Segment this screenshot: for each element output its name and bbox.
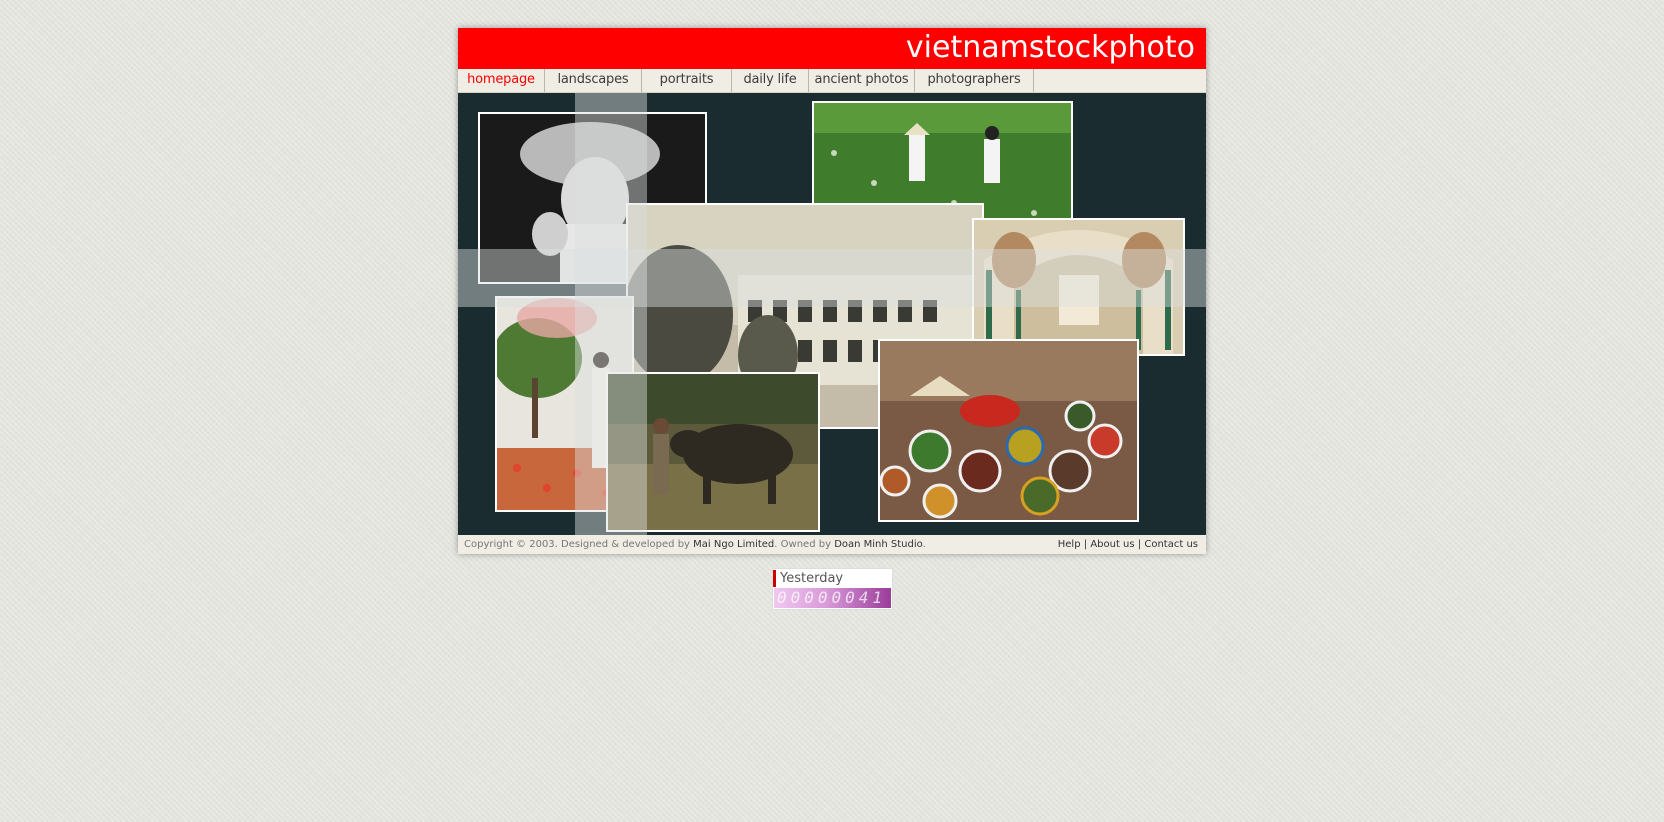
site-footer: Copyright © 2003. Designed & developed b… (458, 535, 1206, 554)
footer-links: Help | About us | Contact us (1058, 535, 1198, 554)
site-title: vietnamstockphoto (905, 30, 1195, 65)
contact-us-link[interactable]: Contact us (1144, 539, 1198, 550)
site-container: vietnamstockphoto homepage landscapes po… (458, 28, 1206, 554)
translucent-vertical-band (575, 93, 647, 535)
nav-item-daily-life[interactable]: daily life (732, 69, 809, 92)
market-bowls-illustration (880, 341, 1137, 520)
translucent-horizontal-band (458, 249, 1206, 307)
copyright-prefix: Copyright © 2003. Designed & developed b… (464, 539, 690, 550)
about-us-link[interactable]: About us (1090, 539, 1134, 550)
footer-separator: | (1083, 539, 1088, 550)
nav-item-homepage[interactable]: homepage (458, 69, 545, 92)
site-header: vietnamstockphoto (458, 28, 1206, 69)
counter-label: Yesterday (780, 571, 844, 586)
nav-item-landscapes[interactable]: landscapes (545, 69, 642, 92)
visitor-counter[interactable]: Yesterday 00000041 (772, 568, 893, 610)
help-link[interactable]: Help (1058, 539, 1081, 550)
copyright-notice: Copyright © 2003. Designed & developed b… (464, 535, 926, 554)
photo-market-bowls[interactable] (878, 339, 1139, 522)
owner-name: Doan Minh Studio (834, 539, 923, 550)
owned-by-prefix: . Owned by (774, 539, 831, 550)
nav-item-photographers[interactable]: photographers (915, 69, 1034, 92)
owner-suffix: . (922, 539, 926, 550)
nav-item-portraits[interactable]: portraits (642, 69, 732, 92)
photo-collage (458, 93, 1206, 535)
footer-separator: | (1137, 539, 1142, 550)
developer-name: Mai Ngo Limited (693, 539, 775, 550)
counter-digits: 00000041 (774, 588, 891, 608)
nav-item-ancient-photos[interactable]: ancient photos (809, 69, 915, 92)
counter-accent-bar (773, 570, 776, 587)
main-navigation: homepage landscapes portraits daily life… (458, 69, 1206, 93)
